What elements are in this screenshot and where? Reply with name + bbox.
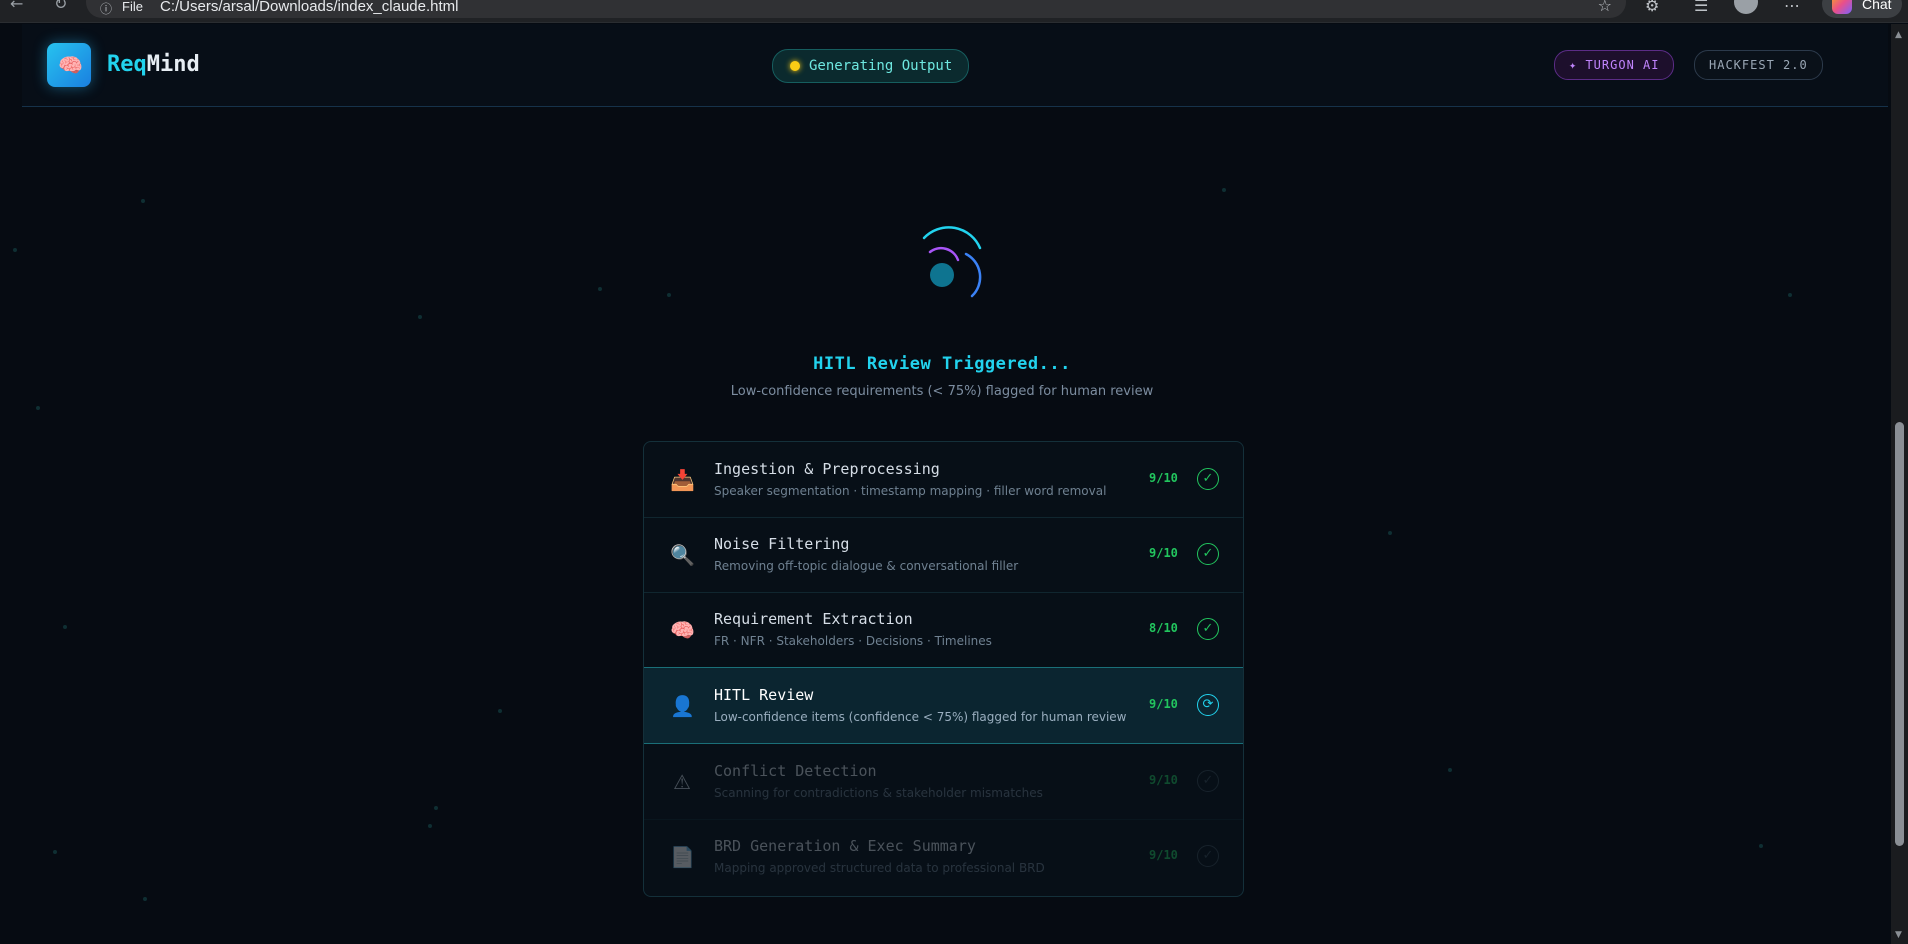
check-icon: ✓ xyxy=(1197,618,1219,640)
loading-spinner-icon xyxy=(922,226,982,298)
chat-label: Chat xyxy=(1862,0,1892,12)
page-scrollbar[interactable]: ▲ ▼ xyxy=(1891,24,1908,944)
hackfest-badge: HACKFEST 2.0 xyxy=(1694,50,1823,80)
check-icon: ✓ xyxy=(1197,770,1219,792)
copilot-logo-icon xyxy=(1832,0,1852,14)
app-header: 🧠 ReqMind Generating Output ✦ TURGON AI … xyxy=(22,24,1888,107)
reading-list-icon[interactable]: ☰ xyxy=(1694,0,1708,15)
pipeline-step-ingestion[interactable]: 📥 Ingestion & Preprocessing Speaker segm… xyxy=(644,442,1243,518)
step-description: Removing off-topic dialogue & conversati… xyxy=(714,559,1019,573)
reload-icon[interactable]: ↻ xyxy=(54,0,67,13)
step-description: FR · NFR · Stakeholders · Decisions · Ti… xyxy=(714,634,992,648)
brain-icon: 🧠 xyxy=(58,53,83,77)
info-icon[interactable]: ⓘ xyxy=(100,0,112,17)
person-icon: 👤 xyxy=(670,694,695,718)
brand-logo[interactable]: 🧠 xyxy=(47,43,91,87)
brand-name-prefix: Req xyxy=(107,52,147,77)
address-bar[interactable]: ⓘ File C:/Users/arsal/Downloads/index_cl… xyxy=(86,0,1626,18)
pipeline-step-conflict-detection[interactable]: ⚠ Conflict Detection Scanning for contra… xyxy=(644,744,1243,820)
step-title: Conflict Detection xyxy=(714,762,877,780)
document-icon: 📄 xyxy=(670,845,695,869)
status-dot-icon xyxy=(790,61,800,71)
step-score: 9/10 xyxy=(1149,697,1178,711)
step-description: Mapping approved structured data to prof… xyxy=(714,861,1045,875)
step-description: Low-confidence items (confidence < 75%) … xyxy=(714,710,1127,724)
pipeline-list: 📥 Ingestion & Preprocessing Speaker segm… xyxy=(643,441,1244,897)
status-text: Generating Output xyxy=(809,58,953,74)
brand-name-suffix: Mind xyxy=(146,52,200,77)
step-score: 9/10 xyxy=(1149,773,1178,787)
pipeline-step-requirement-extraction[interactable]: 🧠 Requirement Extraction FR · NFR · Stak… xyxy=(644,592,1243,668)
page-subtitle: Low-confidence requirements (< 75%) flag… xyxy=(730,384,1154,399)
scheme-label: File xyxy=(122,0,143,14)
step-description: Speaker segmentation · timestamp mapping… xyxy=(714,484,1107,498)
chat-button[interactable]: Chat xyxy=(1822,0,1902,18)
page-title: HITL Review Triggered... xyxy=(813,354,1071,374)
scrollbar-thumb[interactable] xyxy=(1895,422,1904,846)
magnifier-icon: 🔍 xyxy=(670,543,695,567)
pipeline-step-noise-filtering[interactable]: 🔍 Noise Filtering Removing off-topic dia… xyxy=(644,517,1243,593)
warning-icon: ⚠ xyxy=(673,770,691,794)
step-score: 9/10 xyxy=(1149,546,1178,560)
brand-name[interactable]: ReqMind xyxy=(107,52,200,77)
turgon-ai-badge: ✦ TURGON AI xyxy=(1554,50,1675,80)
bookmark-star-icon[interactable]: ☆ xyxy=(1598,0,1612,15)
step-description: Scanning for contradictions & stakeholde… xyxy=(714,786,1043,800)
pipeline-step-hitl-review[interactable]: 👤 HITL Review Low-confidence items (conf… xyxy=(644,667,1243,744)
step-title: Requirement Extraction xyxy=(714,610,913,628)
scroll-up-arrow-icon[interactable]: ▲ xyxy=(1895,30,1902,40)
step-title: Noise Filtering xyxy=(714,535,850,553)
check-icon: ✓ xyxy=(1197,845,1219,867)
back-icon[interactable]: ← xyxy=(10,0,23,13)
more-menu-icon[interactable]: ⋯ xyxy=(1784,0,1800,15)
step-score: 8/10 xyxy=(1149,621,1178,635)
check-icon: ✓ xyxy=(1197,468,1219,490)
step-title: HITL Review xyxy=(714,686,814,704)
brain-icon: 🧠 xyxy=(670,618,695,642)
step-title: Ingestion & Preprocessing xyxy=(714,460,940,478)
profile-avatar[interactable] xyxy=(1734,0,1758,14)
step-score: 9/10 xyxy=(1149,471,1178,485)
check-icon: ✓ xyxy=(1197,543,1219,565)
inbox-tray-icon: 📥 xyxy=(670,468,695,492)
refresh-icon: ⟳ xyxy=(1197,694,1219,716)
scroll-down-arrow-icon[interactable]: ▼ xyxy=(1895,930,1902,940)
step-score: 9/10 xyxy=(1149,848,1178,862)
pipeline-step-brd-generation[interactable]: 📄 BRD Generation & Exec Summary Mapping … xyxy=(644,819,1243,894)
extensions-icon[interactable]: ⚙ xyxy=(1645,0,1659,15)
step-title: BRD Generation & Exec Summary xyxy=(714,837,976,855)
url-text[interactable]: C:/Users/arsal/Downloads/index_claude.ht… xyxy=(160,0,458,15)
browser-toolbar: ← ↻ ⓘ File C:/Users/arsal/Downloads/inde… xyxy=(0,0,1908,23)
status-badge: Generating Output xyxy=(772,49,970,83)
